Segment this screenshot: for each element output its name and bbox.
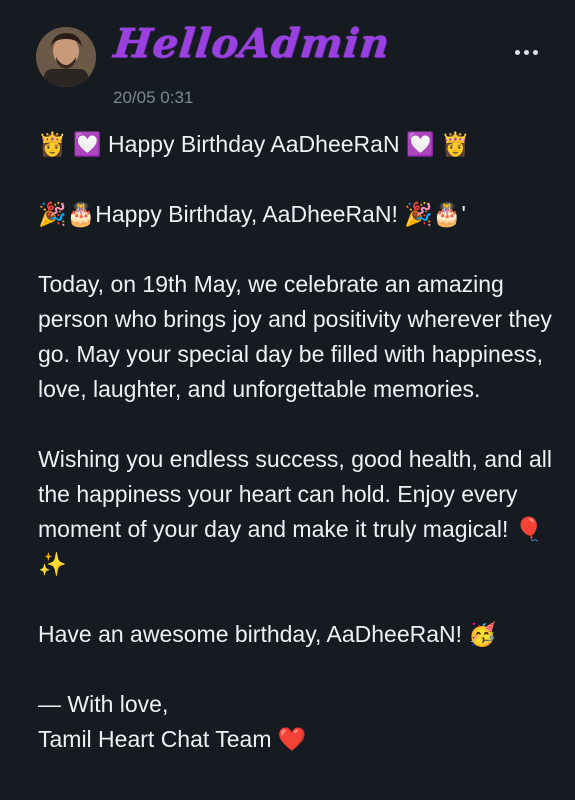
post-timestamp: 20/05 0:31 xyxy=(113,88,194,107)
message-title-line: 👸 💟 Happy Birthday AaDheeRaN 💟 👸 xyxy=(38,131,470,157)
more-options-icon[interactable] xyxy=(513,42,539,62)
dot xyxy=(523,49,529,55)
message-closing-line: Have an awesome birthday, AaDheeRaN! 🥳 xyxy=(38,621,498,647)
message-body: 👸 💟 Happy Birthday AaDheeRaN 💟 👸 🎉🎂Happy… xyxy=(38,127,558,757)
dot xyxy=(532,49,538,55)
author-name[interactable]: HelloAdmin xyxy=(112,20,393,67)
message-paragraph-1: Today, on 19th May, we celebrate an amaz… xyxy=(38,271,552,402)
message-paragraph-2: Wishing you endless success, good health… xyxy=(38,446,552,577)
author-avatar[interactable] xyxy=(36,27,96,87)
message-signature-2: Tamil Heart Chat Team ❤️ xyxy=(38,726,307,752)
message-signature-1: — With love, xyxy=(38,691,169,717)
dot xyxy=(514,49,520,55)
message-greeting-line: 🎉🎂Happy Birthday, AaDheeRaN! 🎉🎂' xyxy=(38,201,466,227)
